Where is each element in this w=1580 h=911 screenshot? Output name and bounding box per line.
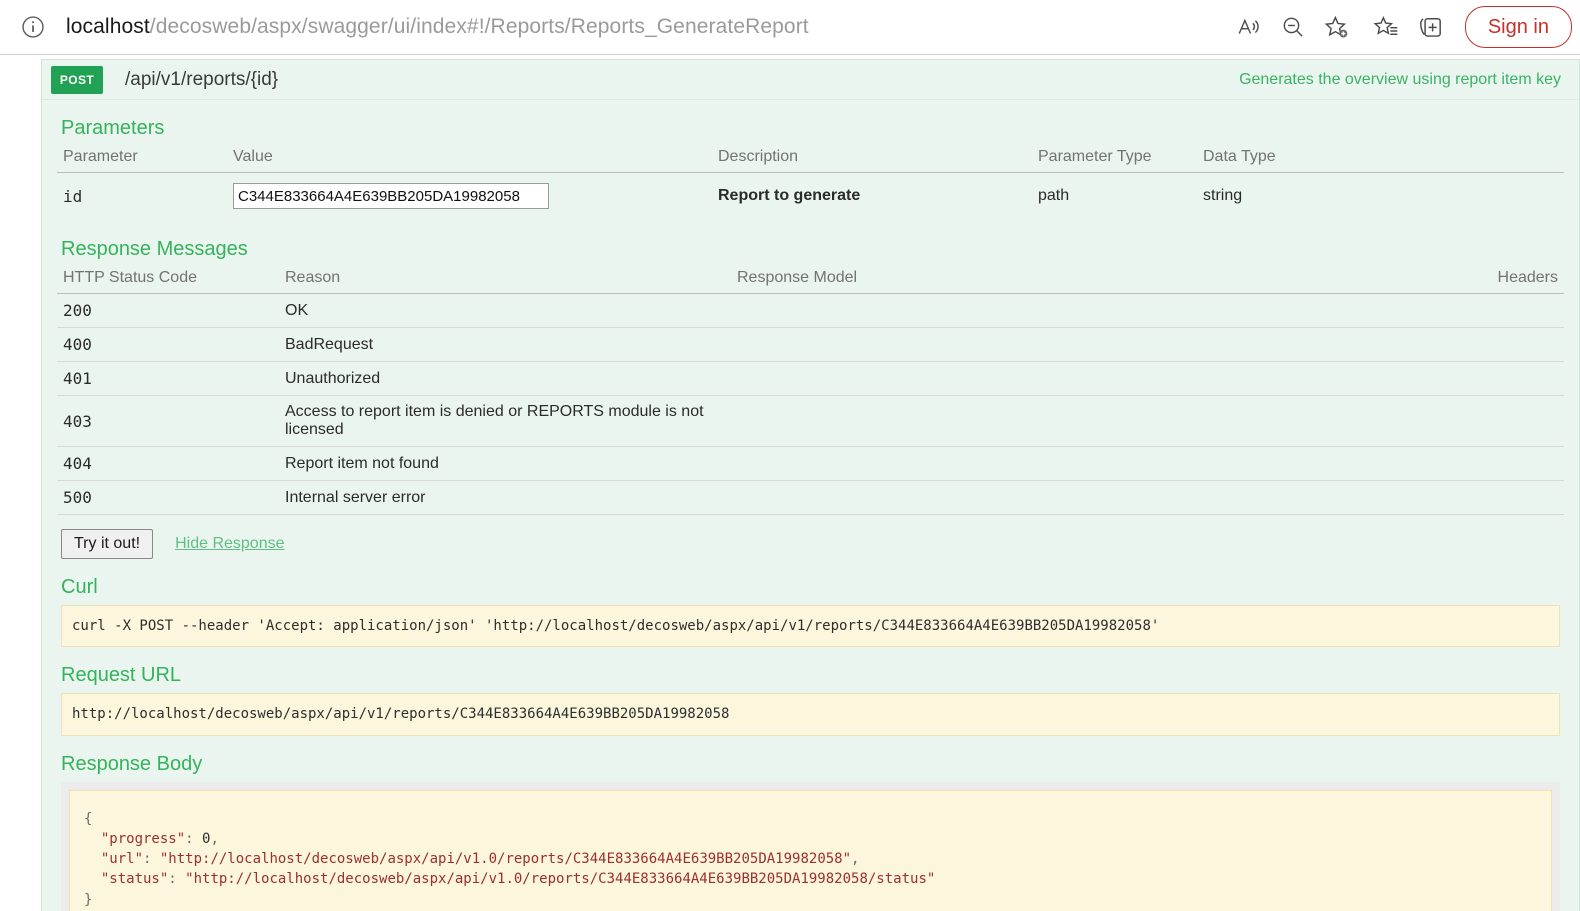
- th-http-status-code: HTTP Status Code: [57, 267, 279, 294]
- table-row: 403 Access to report item is denied or R…: [57, 395, 1564, 447]
- status-headers: [1444, 293, 1564, 328]
- status-model: [731, 480, 1444, 515]
- sign-in-button[interactable]: Sign in: [1464, 6, 1572, 48]
- status-code: 403: [57, 395, 279, 447]
- sign-in-label: Sign in: [1487, 15, 1549, 38]
- json-trail: ,: [851, 851, 860, 868]
- try-it-out-button[interactable]: Try it out!: [61, 529, 154, 559]
- address-bar-url[interactable]: localhost/decosweb/aspx/swagger/ui/index…: [52, 15, 809, 39]
- table-row: 500 Internal server error: [57, 480, 1564, 515]
- table-row: 401 Unauthorized: [57, 361, 1564, 396]
- json-trail: ,: [210, 830, 219, 847]
- response-messages-header-row: HTTP Status Code Reason Response Model H…: [57, 267, 1564, 294]
- id-parameter-input[interactable]: [233, 183, 549, 209]
- parameter-description: Report to generate: [718, 187, 861, 204]
- add-favorite-star-icon[interactable]: [1315, 7, 1359, 47]
- status-reason: Access to report item is denied or REPOR…: [279, 395, 731, 447]
- parameters-heading: Parameters: [61, 117, 165, 139]
- parameter-type: path: [1038, 187, 1070, 204]
- curl-command: curl -X POST --header 'Accept: applicati…: [61, 605, 1560, 648]
- json-key: "progress": [100, 830, 186, 847]
- json-sep: :: [143, 851, 160, 868]
- json-value: "http://localhost/decosweb/aspx/api/v1.0…: [185, 871, 936, 888]
- request-url-value: http://localhost/decosweb/aspx/api/v1/re…: [61, 693, 1560, 736]
- operation-actions: Try it out! Hide Response: [61, 529, 1564, 559]
- request-url-heading: Request URL: [61, 664, 182, 687]
- operation-content: Parameters Parameter Value Description P…: [42, 117, 1579, 911]
- status-code: 200: [57, 293, 279, 328]
- status-code: 404: [57, 446, 279, 481]
- status-code: 401: [57, 361, 279, 396]
- status-model: [731, 361, 1444, 396]
- hide-response-link[interactable]: Hide Response: [175, 535, 284, 553]
- status-reason: Report item not found: [279, 446, 731, 481]
- collections-add-icon[interactable]: [1409, 7, 1453, 47]
- response-body-json: { "progress": 0, "url": "http://localhos…: [69, 789, 1552, 911]
- json-sep: :: [168, 871, 186, 888]
- status-reason: Internal server error: [279, 480, 731, 515]
- table-row: 400 BadRequest: [57, 327, 1564, 362]
- browser-actions: Sign in: [1226, 6, 1580, 48]
- th-description: Description: [712, 146, 1032, 173]
- table-row: 404 Report item not found: [57, 446, 1564, 481]
- http-method-badge: POST: [51, 65, 103, 94]
- status-reason: BadRequest: [279, 327, 731, 362]
- th-data-type: Data Type: [1197, 146, 1564, 173]
- json-sep: :: [185, 830, 203, 847]
- status-model: [731, 327, 1444, 362]
- table-row: 200 OK: [57, 293, 1564, 328]
- response-messages-heading: Response Messages: [61, 238, 248, 260]
- response-body-container: { "progress": 0, "url": "http://localhos…: [61, 781, 1560, 911]
- response-body-heading: Response Body: [61, 752, 203, 775]
- json-key: "url": [100, 851, 144, 868]
- parameter-value-cell: [227, 173, 712, 222]
- status-code: 400: [57, 327, 279, 362]
- browser-toolbar: localhost/decosweb/aspx/swagger/ui/index…: [0, 0, 1580, 55]
- th-parameter: Parameter: [57, 146, 227, 173]
- status-headers: [1444, 446, 1564, 481]
- status-reason: Unauthorized: [279, 361, 731, 396]
- table-row: id Report to generate path string: [57, 173, 1564, 222]
- site-info-icon[interactable]: [14, 8, 52, 46]
- status-headers: [1444, 395, 1564, 447]
- read-aloud-icon[interactable]: [1227, 7, 1271, 47]
- zoom-out-icon[interactable]: [1271, 7, 1315, 47]
- json-close-brace: }: [84, 891, 93, 908]
- th-reason: Reason: [279, 267, 731, 294]
- status-model: [731, 395, 1444, 447]
- th-value: Value: [227, 146, 712, 173]
- status-headers: [1444, 327, 1564, 362]
- status-model: [731, 446, 1444, 481]
- parameter-name: id: [63, 186, 83, 206]
- url-path: /decosweb/aspx/swagger/ui/index#!/Report…: [149, 15, 809, 38]
- th-headers: Headers: [1444, 267, 1564, 294]
- parameters-table: Parameter Value Description Parameter Ty…: [57, 146, 1564, 221]
- status-headers: [1444, 480, 1564, 515]
- favorites-list-icon[interactable]: [1365, 7, 1409, 47]
- status-reason: OK: [279, 293, 731, 328]
- th-response-model: Response Model: [731, 267, 1444, 294]
- operation-path: /api/v1/reports/{id}: [125, 68, 279, 90]
- operation-summary: Generates the overview using report item…: [1239, 70, 1561, 88]
- json-key: "status": [100, 871, 169, 888]
- address-bar-icon-group: [1226, 6, 1365, 48]
- json-value: "http://localhost/decosweb/aspx/api/v1.0…: [159, 851, 852, 868]
- swagger-page: POST /api/v1/reports/{id} Generates the …: [0, 55, 1580, 911]
- response-messages-table: HTTP Status Code Reason Response Model H…: [57, 267, 1564, 515]
- operation-header[interactable]: POST /api/v1/reports/{id} Generates the …: [42, 60, 1579, 100]
- status-code: 500: [57, 480, 279, 515]
- json-open-brace: {: [84, 810, 93, 827]
- parameter-data-type: string: [1203, 187, 1243, 204]
- status-headers: [1444, 361, 1564, 396]
- curl-heading: Curl: [61, 576, 98, 598]
- url-host: localhost: [66, 15, 150, 38]
- operation-block: POST /api/v1/reports/{id} Generates the …: [41, 59, 1580, 911]
- status-model: [731, 293, 1444, 328]
- parameters-header-row: Parameter Value Description Parameter Ty…: [57, 146, 1564, 173]
- address-bar[interactable]: localhost/decosweb/aspx/swagger/ui/index…: [8, 6, 1227, 48]
- th-parameter-type: Parameter Type: [1032, 146, 1197, 173]
